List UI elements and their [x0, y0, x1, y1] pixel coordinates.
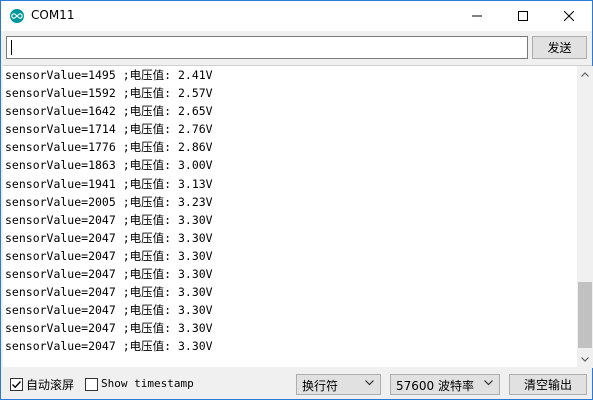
line-ending-value: 换行符 [302, 379, 339, 393]
list-item: sensorValue=2047 ;电压值: 3.30V [5, 321, 213, 336]
output-log: sensorValue=1495 ;电压值: 2.41V sensorValue… [5, 66, 575, 356]
minimize-button[interactable] [454, 1, 500, 31]
list-item: sensorValue=2047 ;电压值: 3.30V [5, 212, 213, 227]
maximize-button[interactable] [500, 1, 546, 31]
close-icon [564, 11, 574, 21]
chevron-down-icon [365, 380, 374, 386]
chevron-down-icon [581, 356, 589, 362]
list-item: sensorValue=1642 ;电压值: 2.65V [5, 104, 213, 119]
vertical-scrollbar[interactable] [577, 66, 593, 368]
send-button[interactable]: 发送 [532, 36, 587, 59]
chevron-down-icon [484, 380, 493, 386]
arduino-icon [10, 9, 24, 23]
list-item: sensorValue=2047 ;电压值: 3.30V [5, 339, 213, 354]
send-input[interactable] [6, 36, 528, 59]
scroll-down-button[interactable] [577, 351, 593, 367]
list-item: sensorValue=2047 ;电压值: 3.30V [5, 248, 213, 263]
baud-rate-value: 57600 波特率 [396, 379, 474, 393]
scroll-up-button[interactable] [577, 66, 593, 82]
autoscroll-checkbox[interactable] [10, 378, 23, 391]
list-item: sensorValue=1714 ;电压值: 2.76V [5, 122, 213, 137]
checkmark-icon [12, 381, 22, 389]
show-timestamp-checkbox[interactable] [85, 378, 98, 391]
chevron-up-icon [581, 71, 589, 77]
list-item: sensorValue=1776 ;电压值: 2.86V [5, 140, 213, 155]
autoscroll-label[interactable]: 自动滚屏 [26, 376, 74, 393]
clear-output-button[interactable]: 清空输出 [509, 374, 587, 395]
show-timestamp-label[interactable]: Show timestamp [101, 377, 194, 390]
maximize-icon [518, 11, 528, 21]
list-item: sensorValue=2005 ;电压值: 3.23V [5, 194, 213, 209]
list-item: sensorValue=2047 ;电压值: 3.30V [5, 267, 213, 282]
list-item: sensorValue=2047 ;电压值: 3.30V [5, 285, 213, 300]
close-button[interactable] [546, 1, 592, 31]
serial-monitor-window: COM11 发送 sensorValue=1495 ;电压值: 2.41V se… [0, 0, 593, 400]
list-item: sensorValue=1941 ;电压值: 3.13V [5, 176, 213, 191]
serial-output[interactable]: sensorValue=1495 ;电压值: 2.41V sensorValue… [3, 65, 593, 368]
list-item: sensorValue=2047 ;电压值: 3.30V [5, 230, 213, 245]
list-item: sensorValue=2047 ;电压值: 3.30V [5, 303, 213, 318]
line-ending-select[interactable]: 换行符 [296, 374, 381, 395]
baud-rate-select[interactable]: 57600 波特率 [390, 374, 500, 395]
minimize-icon [472, 15, 482, 17]
window-title: COM11 [31, 8, 75, 22]
title-bar: COM11 [1, 1, 592, 31]
list-item: sensorValue=1495 ;电压值: 2.41V [5, 68, 213, 82]
bottom-toolbar: 自动滚屏 Show timestamp 换行符 57600 波特率 清空输出 [1, 369, 592, 399]
text-caret [11, 40, 12, 55]
scrollbar-thumb[interactable] [578, 282, 592, 348]
list-item: sensorValue=1592 ;电压值: 2.57V [5, 86, 213, 101]
list-item: sensorValue=1863 ;电压值: 3.00V [5, 158, 213, 173]
